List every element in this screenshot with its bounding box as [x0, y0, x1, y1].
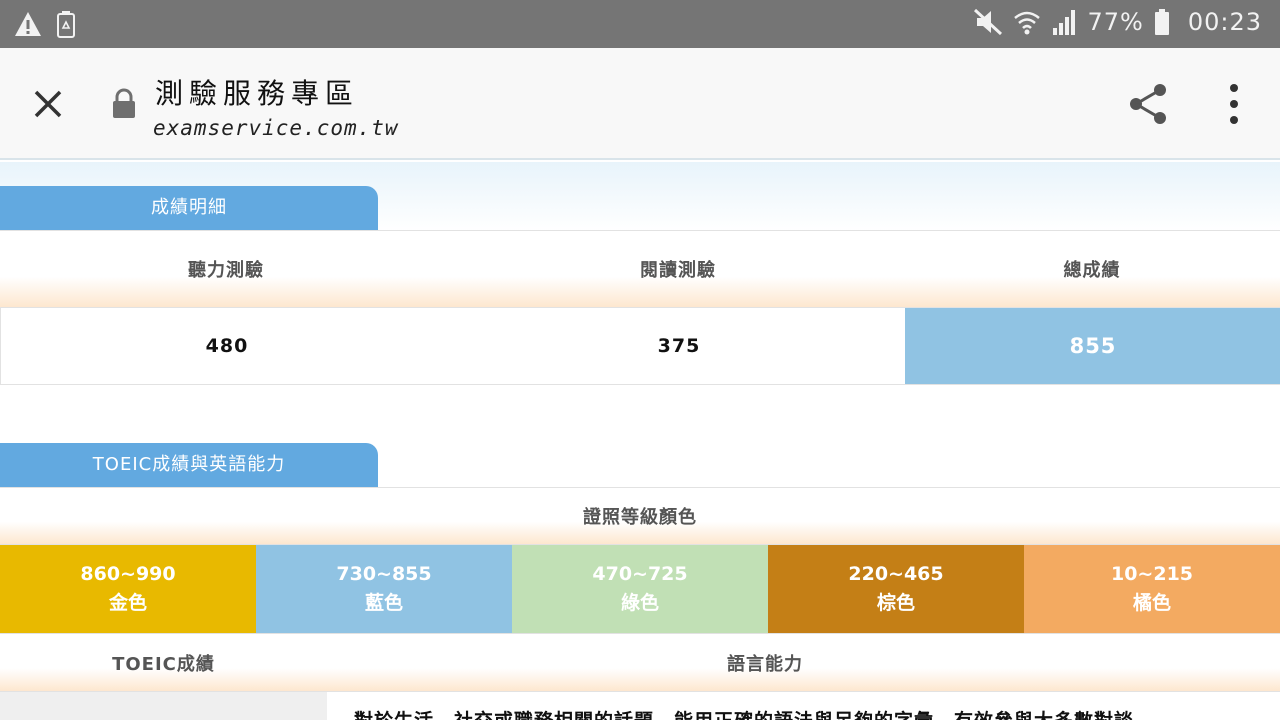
status-bar: 77% 00:23 [0, 0, 1280, 48]
ability-score-cell [0, 692, 327, 720]
wifi-icon [1013, 8, 1041, 36]
toeic-score-col-header: TOEIC成績 [112, 653, 215, 675]
more-vertical-icon[interactable] [1222, 82, 1246, 126]
level-range: 730~855 [336, 563, 432, 585]
listening-score: 480 [205, 335, 249, 357]
listening-header: 聽力測驗 [188, 260, 264, 281]
recycle-battery-icon [56, 10, 76, 38]
ability-description: 對於生活、社交或職務相關的話題，能用正確的語法與足夠的字彙，有效參與大多數對談 [354, 706, 1134, 720]
reading-header: 閱讀測驗 [640, 260, 716, 281]
signal-icon [1051, 8, 1077, 36]
level-range: 220~465 [848, 563, 944, 585]
level-color-name: 藍色 [364, 592, 403, 614]
browser-toolbar: 測驗服務專區 examservice.com.tw [0, 48, 1280, 160]
level-color-name: 綠色 [620, 592, 659, 614]
clock: 00:23 [1187, 8, 1262, 36]
lock-icon [110, 88, 138, 120]
total-header: 總成績 [1063, 260, 1121, 281]
level-blue: 730~855 藍色 [256, 545, 512, 633]
close-icon[interactable] [28, 84, 68, 124]
level-color-header-row: 證照等級顏色 [0, 487, 1280, 545]
battery-percent: 77% [1087, 8, 1144, 36]
score-header-row: 聽力測驗 閱讀測驗 總成績 [0, 230, 1280, 308]
level-green: 470~725 綠色 [512, 545, 768, 633]
level-range: 860~990 [80, 563, 176, 585]
page-url: examservice.com.tw [153, 116, 399, 140]
score-values-row: 480 375 855 [0, 307, 1280, 385]
reading-score: 375 [657, 335, 701, 357]
level-orange: 10~215 橘色 [1024, 545, 1280, 633]
level-color-row: 860~990 金色 730~855 藍色 470~725 綠色 220~465… [0, 545, 1280, 633]
page-title: 測驗服務專區 [155, 77, 360, 110]
total-score: 855 [905, 308, 1280, 384]
level-range: 10~215 [1110, 563, 1194, 585]
level-color-name: 棕色 [876, 592, 915, 614]
ability-col-header: 語言能力 [727, 653, 803, 675]
page-content: 成績明細 聽力測驗 閱讀測驗 總成績 480 375 855 TOEIC成績與英… [0, 162, 1280, 720]
level-gold: 860~990 金色 [0, 545, 256, 633]
level-color-name: 橘色 [1132, 592, 1171, 614]
score-detail-tab[interactable]: 成績明細 [0, 186, 378, 230]
level-brown: 220~465 棕色 [768, 545, 1024, 633]
warning-icon [14, 11, 42, 37]
battery-icon [1154, 8, 1170, 36]
level-range: 470~725 [592, 563, 688, 585]
ability-header-row: TOEIC成績 語言能力 [0, 633, 1280, 692]
toeic-ability-tab[interactable]: TOEIC成績與英語能力 [0, 443, 378, 487]
level-color-name: 金色 [108, 592, 147, 614]
ability-row: 對於生活、社交或職務相關的話題，能用正確的語法與足夠的字彙，有效參與大多數對談 [0, 692, 1280, 720]
mute-icon [973, 8, 1003, 36]
share-icon[interactable] [1126, 82, 1170, 126]
level-color-header: 證照等級顏色 [583, 507, 697, 528]
